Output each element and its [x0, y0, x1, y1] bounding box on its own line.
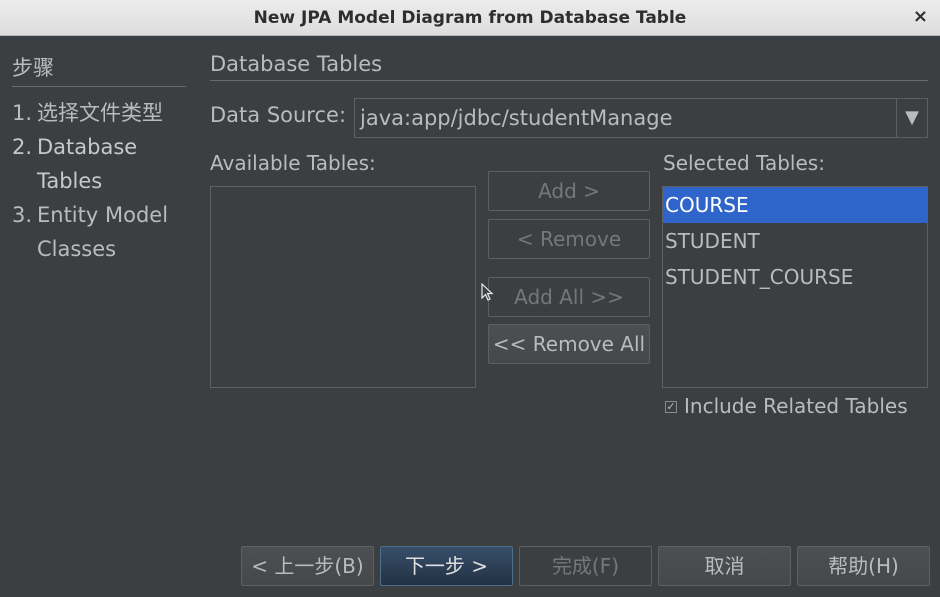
list-item[interactable]: STUDENT_COURSE — [663, 259, 927, 295]
step-number: 3. — [12, 203, 33, 227]
available-tables-label: Available Tables: — [210, 151, 376, 175]
help-button[interactable]: 帮助(H) — [797, 546, 930, 586]
next-button[interactable]: 下一步 > — [380, 546, 513, 586]
step-item: 1. 选择文件类型 — [12, 96, 192, 130]
datasource-label: Data Source: — [210, 103, 347, 127]
step-label: Database Tables — [37, 135, 138, 193]
mouse-cursor-icon — [481, 283, 494, 301]
steps-heading: 步骤 — [12, 52, 186, 87]
cancel-button[interactable]: 取消 — [658, 546, 791, 586]
selected-tables-label: Selected Tables: — [663, 151, 825, 175]
include-related-label: Include Related Tables — [684, 394, 908, 418]
list-item[interactable]: STUDENT — [663, 223, 927, 259]
step-number: 2. — [12, 135, 33, 159]
step-number: 1. — [12, 101, 33, 125]
add-button[interactable]: Add > — [488, 171, 650, 211]
close-icon[interactable]: × — [913, 6, 928, 27]
add-all-button[interactable]: Add All >> — [488, 277, 650, 317]
list-item-selected[interactable]: COURSE — [663, 187, 927, 223]
remove-button[interactable]: < Remove — [488, 219, 650, 259]
steps-list: 1. 选择文件类型 2. Database Tables 3. Entity M… — [12, 96, 192, 266]
step-item: 3. Entity Model Classes — [12, 198, 192, 266]
section-title: Database Tables — [210, 52, 928, 81]
window-title: New JPA Model Diagram from Database Tabl… — [253, 8, 687, 28]
step-label: Entity Model Classes — [37, 203, 169, 261]
available-tables-list[interactable] — [210, 186, 476, 388]
title-bar: New JPA Model Diagram from Database Tabl… — [0, 0, 940, 36]
datasource-select[interactable]: java:app/jdbc/studentManage ▼ — [354, 98, 928, 138]
datasource-value: java:app/jdbc/studentManage — [360, 106, 673, 130]
include-related-checkbox[interactable]: ✓ Include Related Tables — [665, 394, 908, 418]
dropdown-arrow-icon[interactable]: ▼ — [896, 99, 927, 137]
finish-button[interactable]: 完成(F) — [519, 546, 652, 586]
back-button[interactable]: < 上一步(B) — [241, 546, 374, 586]
step-item-current: 2. Database Tables — [12, 130, 192, 198]
step-label: 选择文件类型 — [37, 101, 163, 125]
checkbox-check-icon[interactable]: ✓ — [665, 401, 677, 413]
remove-all-button[interactable]: << Remove All — [488, 324, 650, 364]
selected-tables-list[interactable]: COURSE STUDENT STUDENT_COURSE — [662, 186, 928, 388]
